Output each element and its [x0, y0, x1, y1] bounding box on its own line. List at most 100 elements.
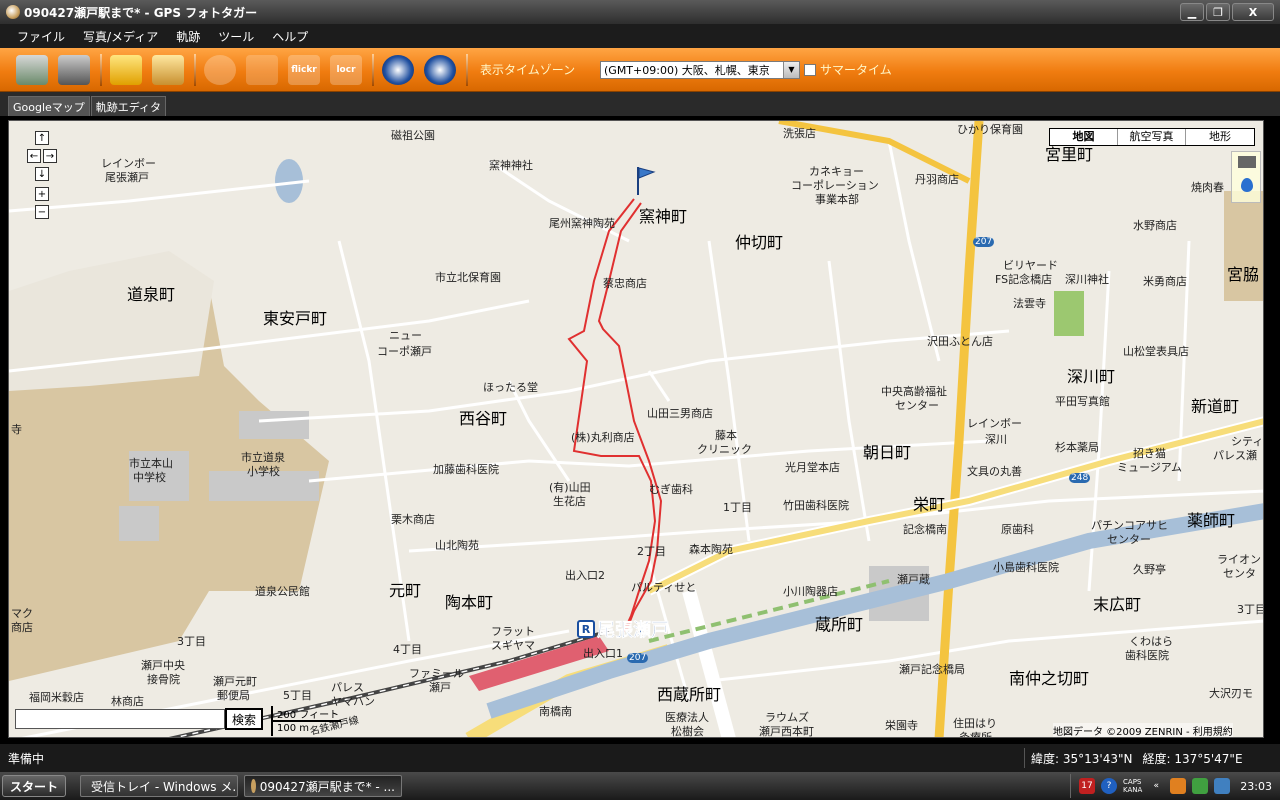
close-button[interactable]: X — [1232, 3, 1274, 21]
map-label: 寺 — [11, 423, 22, 436]
map-label: 尾張瀬戸 — [105, 171, 149, 184]
zoom-out-icon[interactable]: − — [35, 205, 49, 219]
pan-up-icon[interactable]: ↑ — [35, 131, 49, 145]
map-copyright[interactable]: 地図データ ©2009 ZENRIN - 利用規約 — [1053, 723, 1233, 737]
title-bar: 090427瀬戸駅まで* - GPS フォトタガー ▁ ❐ X — [0, 0, 1280, 24]
map-type-satellite-button[interactable]: 航空写真 — [1118, 129, 1186, 145]
gps-device-icon[interactable] — [58, 54, 90, 85]
save-disk-icon[interactable] — [204, 54, 236, 85]
flag-marker-icon[interactable] — [635, 165, 657, 195]
toolbar-separator — [466, 53, 468, 86]
map-side-panel — [1231, 151, 1261, 203]
film-icon[interactable] — [1238, 156, 1256, 168]
start-button[interactable]: スタート — [2, 775, 66, 797]
status-text: 準備中 — [8, 751, 45, 766]
map-label: 瀬戸 — [429, 681, 451, 694]
menu-file[interactable]: ファイル — [8, 28, 74, 45]
map-label: センタ — [1223, 567, 1256, 580]
menu-photo-media[interactable]: 写真/メディア — [74, 28, 167, 45]
map-search-button[interactable]: 検索 — [225, 708, 263, 730]
map-label: ひかり保育園 — [957, 123, 1023, 136]
map-type-terrain-button[interactable]: 地形 — [1186, 129, 1254, 145]
building-area — [239, 411, 309, 439]
map-label: 光月堂本店 — [785, 461, 840, 474]
map-label: 東安戸町 — [263, 309, 328, 328]
latitude-readout: 緯度: 35°13'43"N — [1031, 751, 1133, 766]
tab-track-editor[interactable]: 軌跡エディタ — [90, 96, 167, 116]
map-label: コーポ瀬戸 — [377, 345, 432, 358]
volume-icon[interactable] — [1214, 778, 1231, 794]
menu-track[interactable]: 軌跡 — [167, 28, 209, 45]
timezone-select[interactable]: (GMT+09:00) 大阪、札幌、東京 ▼ — [600, 60, 800, 79]
clock: 23:03 — [1240, 779, 1272, 793]
import-photos-icon[interactable] — [16, 54, 48, 85]
help-icon[interactable]: ? — [1101, 778, 1118, 794]
map-label: 水野商店 — [1133, 219, 1177, 232]
map-label: 陶本町 — [445, 593, 494, 612]
park-area — [1054, 291, 1084, 336]
map-label: 5丁目 — [283, 689, 312, 702]
menu-help[interactable]: ヘルプ — [263, 28, 317, 45]
scale-feet: 200 フィート — [277, 710, 340, 721]
map-label: 山松堂表具店 — [1123, 345, 1189, 358]
station-label[interactable]: R 尾張瀬戸 — [577, 616, 669, 642]
taskbar-item-gps-tagger[interactable]: 090427瀬戸駅まで* - ... — [244, 775, 402, 797]
summer-time-checkbox[interactable] — [804, 63, 816, 76]
map-label: 尾州窯神陶苑 — [549, 217, 615, 230]
photo-icon[interactable] — [152, 54, 184, 85]
flickr-icon[interactable]: flickr — [288, 54, 320, 85]
window-title: 090427瀬戸駅まで* - GPS フォトタガー — [24, 5, 258, 20]
route-207-shield: 207 — [973, 237, 995, 247]
coordinates-readout: 緯度: 35°13'43"N 経度: 137°5'47"E — [1024, 748, 1243, 768]
toolbar-separator — [194, 53, 196, 86]
calendar-icon[interactable]: 17 — [1079, 778, 1096, 794]
google-earth-icon[interactable] — [382, 54, 414, 85]
taskbar-item-mail[interactable]: 受信トレイ - Windows メ... — [80, 775, 238, 797]
map-label: 原歯科 — [1001, 523, 1034, 536]
locr-icon[interactable]: locr — [330, 54, 362, 85]
map-label: 西谷町 — [459, 409, 508, 428]
longitude-readout: 経度: 137°5'47"E — [1142, 751, 1243, 766]
map-label: むぎ歯科 — [649, 483, 693, 496]
caps-indicator: CAPS — [1123, 778, 1142, 786]
folder-photos-icon[interactable] — [110, 54, 142, 85]
map-pin-icon[interactable] — [1241, 178, 1253, 192]
map-label: 文具の丸善 — [967, 465, 1022, 478]
map-label: レインボー — [967, 417, 1022, 430]
movie-export-icon[interactable] — [424, 54, 456, 85]
zoom-in-icon[interactable]: + — [35, 187, 49, 201]
map-label: ミュージアム — [1117, 461, 1183, 474]
taskbar: スタート 受信トレイ - Windows メ... 090427瀬戸駅まで* -… — [0, 772, 1280, 800]
map-label: 仲切町 — [735, 233, 784, 252]
tab-google-map[interactable]: Googleマップ — [8, 96, 90, 116]
map-label: 宮脇 — [1227, 265, 1260, 284]
route-248-shield: 248 — [1069, 473, 1091, 483]
map-label: 歯科医院 — [1125, 649, 1169, 662]
network-icon[interactable] — [1192, 778, 1209, 794]
chevron-left-icon[interactable]: « — [1148, 778, 1164, 794]
minimize-button[interactable]: ▁ — [1180, 3, 1204, 21]
toolbar: flickr locr 表示タイムゾーン (GMT+09:00) 大阪、札幌、東… — [0, 48, 1280, 92]
map-label: 西蔵所町 — [657, 685, 722, 704]
restore-button[interactable]: ❐ — [1206, 3, 1230, 21]
map-label: 瀬戸記念橋局 — [899, 663, 965, 676]
map-label: 森本陶苑 — [689, 543, 733, 556]
menu-tools[interactable]: ツール — [209, 28, 263, 45]
station-name: 尾張瀬戸 — [597, 620, 670, 642]
map-search-input[interactable] — [15, 709, 225, 729]
pan-down-icon[interactable]: ↓ — [35, 167, 49, 181]
map-label: 郵便局 — [217, 689, 250, 702]
map-label: ほったる堂 — [483, 381, 538, 394]
map-type-map-button[interactable]: 地図 — [1050, 129, 1118, 145]
chevron-down-icon[interactable]: ▼ — [783, 61, 799, 78]
map-label: 薬師町 — [1187, 511, 1236, 530]
map-label: (株)丸利商店 — [571, 431, 635, 444]
tray-app-icon[interactable] — [1170, 778, 1187, 794]
map-label: 山田三男商店 — [647, 407, 713, 420]
map-view[interactable]: 道泉町 東安戸町 西谷町 窯神町 仲切町 宮里町 深川町 新道町 朝日町 栄町 … — [8, 120, 1264, 738]
pan-right-icon[interactable]: → — [43, 149, 57, 163]
pan-left-icon[interactable]: ← — [27, 149, 41, 163]
taskbar-item-label: 受信トレイ - Windows メ... — [91, 779, 238, 794]
map-label: パルティせと — [631, 581, 697, 594]
edit-pen-icon[interactable] — [246, 54, 278, 85]
